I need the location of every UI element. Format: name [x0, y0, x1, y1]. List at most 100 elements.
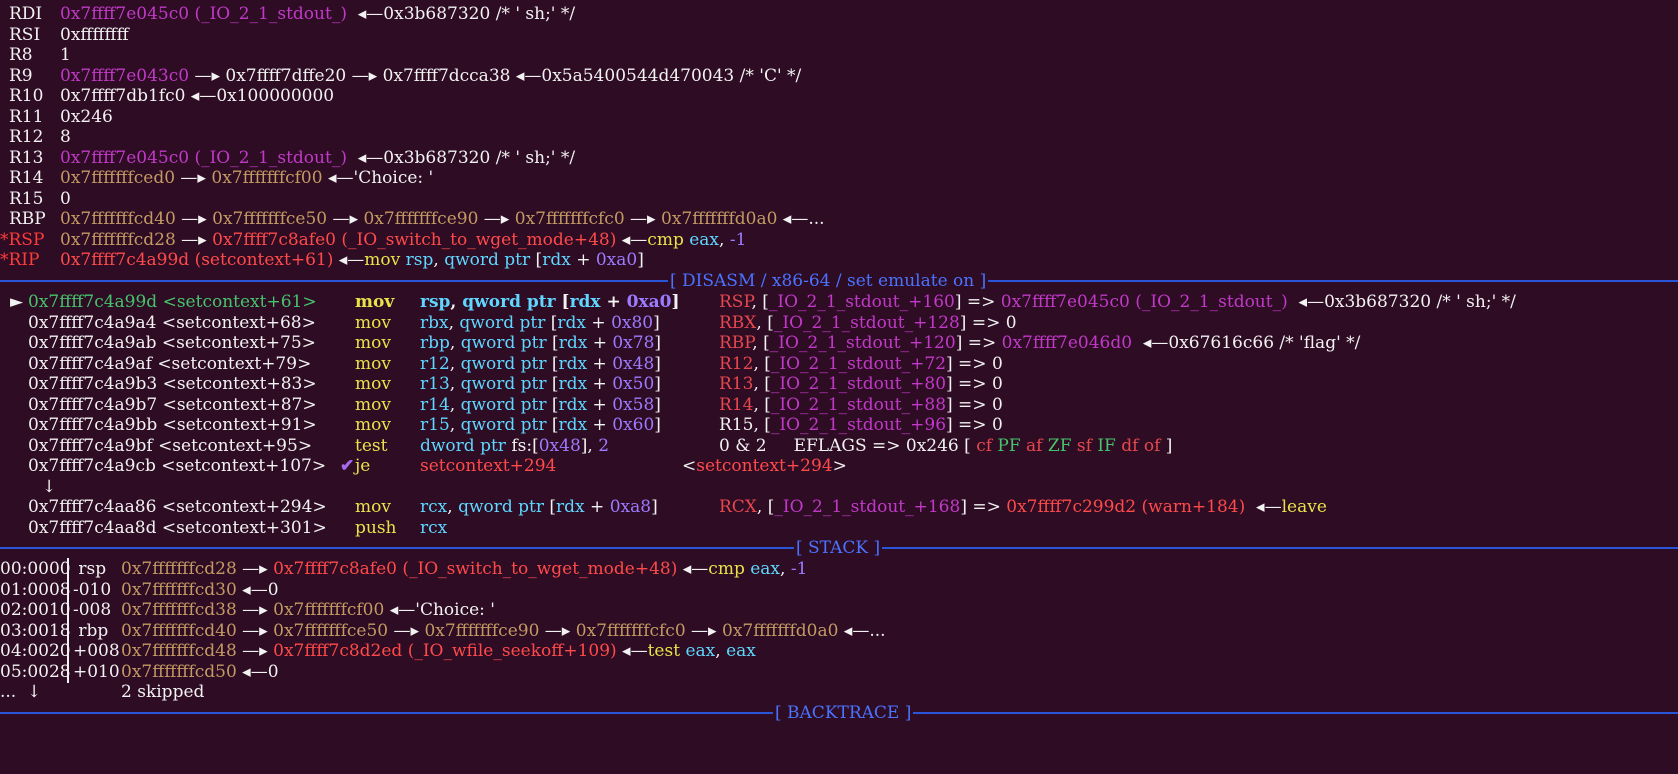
- token: mov: [364, 250, 406, 270]
- token: +: [584, 497, 610, 517]
- stack-row: 01:0008 -010 0x7fffffffcd30 ◂—0: [0, 578, 1678, 601]
- register-value: 1: [60, 44, 71, 66]
- token: rdx: [569, 292, 601, 312]
- address: 0x7ffff7c4a9ab: [28, 333, 157, 353]
- token: setcontext+294: [696, 456, 833, 476]
- token: 0x7ffff7e043c0: [60, 65, 190, 86]
- token: qword ptr: [460, 333, 553, 353]
- operands: dword ptr fs:[0x48], 2: [420, 435, 609, 457]
- operands: r14, qword ptr [rdx + 0x58]: [420, 394, 661, 416]
- token: 8: [60, 127, 71, 147]
- token: df: [1121, 435, 1144, 456]
- token: 0x50: [612, 374, 655, 394]
- token: 0x7fffffffce90: [363, 209, 479, 229]
- token: RCX: [719, 497, 757, 517]
- operands: setcontext+294: [420, 455, 556, 477]
- token: -1: [729, 229, 747, 250]
- token: ,: [449, 333, 461, 353]
- address: 0x7ffff7c4a9a4: [28, 312, 157, 333]
- stack-divider: [67, 558, 69, 580]
- register-name: R8: [9, 44, 33, 66]
- stack-index: 01:0008: [0, 579, 71, 600]
- stack-value: 0x7fffffffcd28 —▸ 0x7ffff7c8afe0 (_IO_sw…: [121, 558, 807, 580]
- token: —▸: [388, 620, 425, 641]
- register-row: RDI 0x7ffff7e045c0 (_IO_2_1_stdout_) ◂—0x…: [0, 3, 1678, 25]
- token: cf: [976, 435, 998, 456]
- mnemonic: mov: [355, 415, 391, 435]
- stack-divider: [67, 640, 69, 662]
- mnemonic: je: [355, 456, 371, 476]
- token: 0x7fffffffcfc0: [514, 209, 625, 229]
- address: 0x7ffff7c4a9bf: [28, 435, 153, 456]
- token: 0 & 2 EFLAGS => 0x246 [: [719, 435, 977, 456]
- register-name: R14: [9, 167, 43, 189]
- register-name: R15: [9, 188, 43, 210]
- token: 0x7ffff7c8d2ed (_IO_wfile_seekoff+109): [273, 641, 617, 661]
- register-name: R13: [9, 147, 43, 169]
- instruction-comment: R15, [_IO_2_1_stdout_+96] => 0: [719, 414, 1003, 436]
- token: ] => 0: [946, 415, 1003, 435]
- token: rdx: [558, 394, 588, 415]
- register-label: R8: [9, 45, 33, 65]
- register-label: R12: [9, 127, 44, 147]
- instruction-comment: RBX, [_IO_2_1_stdout_+128] => 0: [719, 312, 1017, 334]
- symbol: <setcontext+83>: [162, 374, 317, 394]
- register-label: R14: [9, 168, 44, 188]
- stack-index: 04:0020: [0, 641, 71, 661]
- register-row: R12 8: [0, 126, 1678, 148]
- token: _IO_2_1_stdout_+168: [774, 497, 961, 517]
- instruction-comment: 0 & 2 EFLAGS => 0x246 [ cf PF af ZF sf I…: [719, 435, 1172, 457]
- mnemonic: mov: [355, 394, 391, 415]
- token: 0xa8: [609, 497, 652, 517]
- stack-row: 05:0028 +010 0x7fffffffcd50 ◂—0: [0, 660, 1678, 683]
- instruction-address: 0x7ffff7c4aa8d <setcontext+301>: [28, 517, 327, 539]
- address: 0x7ffff7c4aa8d: [28, 517, 157, 538]
- address: 0x7ffff7c4a9cb: [28, 456, 156, 476]
- token: —▸: [539, 620, 576, 641]
- register-name: RDI: [9, 3, 42, 25]
- operands: rsp, qword ptr [rdx + 0xa0]: [420, 291, 680, 313]
- token: ] => 0: [959, 312, 1017, 333]
- token: of: [1143, 435, 1166, 456]
- symbol: <setcontext+95>: [158, 435, 313, 456]
- symbol: <setcontext+61>: [162, 292, 317, 312]
- address: 0x7ffff7c4a99d: [28, 292, 158, 312]
- token: , [: [753, 394, 771, 415]
- token: 0x7ffff7c8afe0 (_IO_switch_to_wget_mode+…: [273, 559, 678, 579]
- register-name: R11: [9, 106, 43, 128]
- token: ]: [654, 374, 661, 394]
- token: —▸: [175, 168, 212, 188]
- token: +: [570, 250, 596, 270]
- token: 0x7fffffffcd28: [60, 229, 176, 250]
- register-row: R10 0x7ffff7db1fc0 ◂—0x100000000: [0, 85, 1678, 107]
- token: 0x7fffffffd0a0: [661, 209, 778, 229]
- register-row: R13 0x7ffff7e045c0 (_IO_2_1_stdout_) ◂—0x…: [0, 147, 1678, 169]
- token: ,: [715, 641, 727, 661]
- stack-offset: -008: [73, 600, 112, 620]
- register-value: 0xffffffff: [60, 24, 129, 46]
- token: _IO_2_1_stdout_+88: [770, 394, 947, 415]
- token: [: [551, 374, 559, 394]
- token: <: [682, 456, 697, 476]
- token: IF: [1097, 435, 1122, 456]
- register-row: RBP 0x7fffffffcd40 —▸ 0x7fffffffce50 —▸ 0…: [0, 208, 1678, 230]
- register-label: R13: [9, 147, 44, 168]
- token: [: [552, 333, 559, 353]
- operands: r12, qword ptr [rdx + 0x48]: [420, 353, 661, 375]
- token: r14: [420, 394, 450, 415]
- stack-row: 03:0018 rbp 0x7fffffffcd40 —▸ 0x7fffffffc…: [0, 619, 1678, 642]
- token: 0x7ffff7c4a99d (setcontext+61): [60, 250, 334, 270]
- register-value: 0: [60, 188, 71, 210]
- register-row: *RIP 0x7ffff7c4a99d (setcontext+61) ◂—mov…: [0, 249, 1678, 271]
- register-label: R9: [9, 65, 33, 86]
- instruction-comment: R13, [_IO_2_1_stdout_+80] => 0: [719, 373, 1003, 395]
- register-name: RSI: [9, 24, 40, 46]
- symbol: <setcontext+301>: [161, 517, 327, 538]
- register-name: R10: [9, 85, 43, 107]
- token: +: [587, 333, 613, 353]
- register-value: 0x7ffff7e043c0 —▸ 0x7ffff7dffe20 —▸ 0x7f…: [60, 65, 801, 87]
- stack-index: 00:0000: [0, 559, 71, 579]
- token: eax: [689, 229, 720, 250]
- register-value: 0x7ffff7e045c0 (_IO_2_1_stdout_) ◂—0x3b6…: [60, 3, 575, 25]
- token: ]: [654, 333, 662, 353]
